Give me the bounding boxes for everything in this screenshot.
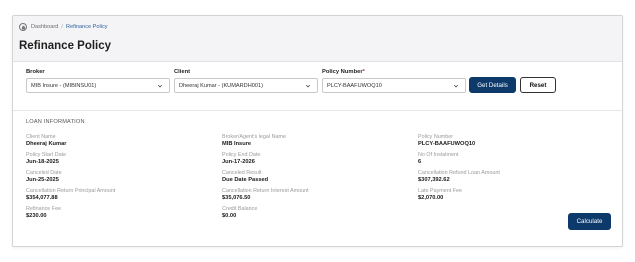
policy-end-date-label: Policy End Date <box>222 152 261 158</box>
breadcrumb-separator: / <box>61 24 63 30</box>
broker-select-value: MIB Insure - (MIBINSU01) <box>31 82 97 89</box>
late-payment-fee-value: $2,070.00 <box>418 195 444 201</box>
policy-number-info-value: PLCY-BAAFUWOQ10 <box>418 141 476 147</box>
cancellation-return-interest-value: $35,076.50 <box>222 195 251 201</box>
no-of-instalment-label: No Of Instalment <box>418 152 459 158</box>
canceled-result-label: Canceled Result <box>222 170 262 176</box>
client-select-value: Dheeraj Kumar - (KUMARDH001) <box>179 82 263 89</box>
policy-number-label: Policy Number* <box>322 69 365 75</box>
policy-number-select[interactable]: PLCY-BAAFUWOQ10 <box>322 78 466 93</box>
credit-balance-label: Credit Balance <box>222 206 258 212</box>
late-payment-fee-label: Late Payment Fee <box>418 188 463 194</box>
home-icon[interactable] <box>19 23 27 31</box>
broker-legal-name-value: MIB Insure <box>222 141 252 147</box>
chevron-down-icon <box>453 84 459 88</box>
cancellation-return-interest-label: Cancellation Return Interest Amount <box>222 188 309 194</box>
policy-number-select-value: PLCY-BAAFUWOQ10 <box>327 82 382 89</box>
client-select[interactable]: Dheeraj Kumar - (KUMARDH001) <box>174 78 318 93</box>
breadcrumb-current[interactable]: Refinance Policy <box>66 24 108 30</box>
policy-number-info-label: Policy Number <box>418 134 454 140</box>
refinance-fee-value: $230.00 <box>26 213 47 219</box>
reset-button[interactable]: Reset <box>520 77 556 93</box>
client-name-label: Client Name <box>26 134 56 140</box>
credit-balance-value: $0.00 <box>222 213 237 219</box>
policy-end-date-value: Jun-17-2026 <box>222 159 255 165</box>
calculate-button[interactable]: Calculate <box>568 213 611 230</box>
cancellation-return-principal-value: $354,077.88 <box>26 195 58 201</box>
refinance-policy-card: Dashboard / Refinance Policy Refinance P… <box>12 15 623 247</box>
loan-information-heading: LOAN INFORMATION <box>26 119 85 125</box>
broker-label: Broker <box>26 69 45 75</box>
canceled-date-label: Canceled Date <box>26 170 62 176</box>
policy-start-date-label: Policy Start Date <box>26 152 67 158</box>
policy-number-label-text: Policy Number <box>322 69 363 75</box>
client-label: Client <box>174 69 191 75</box>
broker-legal-name-label: Broker/Agent's legal Name <box>222 134 286 140</box>
page-header: Dashboard / Refinance Policy Refinance P… <box>13 16 622 62</box>
get-details-button[interactable]: Get Details <box>469 77 516 93</box>
cancellation-refund-loan-amount-value: $307,392.62 <box>418 177 450 183</box>
no-of-instalment-value: 6 <box>418 159 422 165</box>
breadcrumb: Dashboard / Refinance Policy <box>19 23 108 31</box>
chevron-down-icon <box>305 84 311 88</box>
page-title: Refinance Policy <box>19 40 112 52</box>
breadcrumb-dashboard-link[interactable]: Dashboard <box>31 24 58 30</box>
broker-select[interactable]: MIB Insure - (MIBINSU01) <box>26 78 170 93</box>
cancellation-refund-loan-amount-label: Cancellation Refund Loan Amount <box>418 170 500 176</box>
canceled-date-value: Jun-25-2025 <box>26 177 59 183</box>
canceled-result-value: Due Date Passed <box>222 177 269 183</box>
refinance-fee-label: Refinance Fee <box>26 206 62 212</box>
cancellation-return-principal-label: Cancellation Return Principal Amount <box>26 188 116 194</box>
required-mark: * <box>362 69 365 75</box>
client-name-value: Dheeraj Kumar <box>26 141 67 147</box>
section-divider <box>13 110 622 111</box>
policy-start-date-value: Jun-18-2025 <box>26 159 59 165</box>
chevron-down-icon <box>157 84 163 88</box>
